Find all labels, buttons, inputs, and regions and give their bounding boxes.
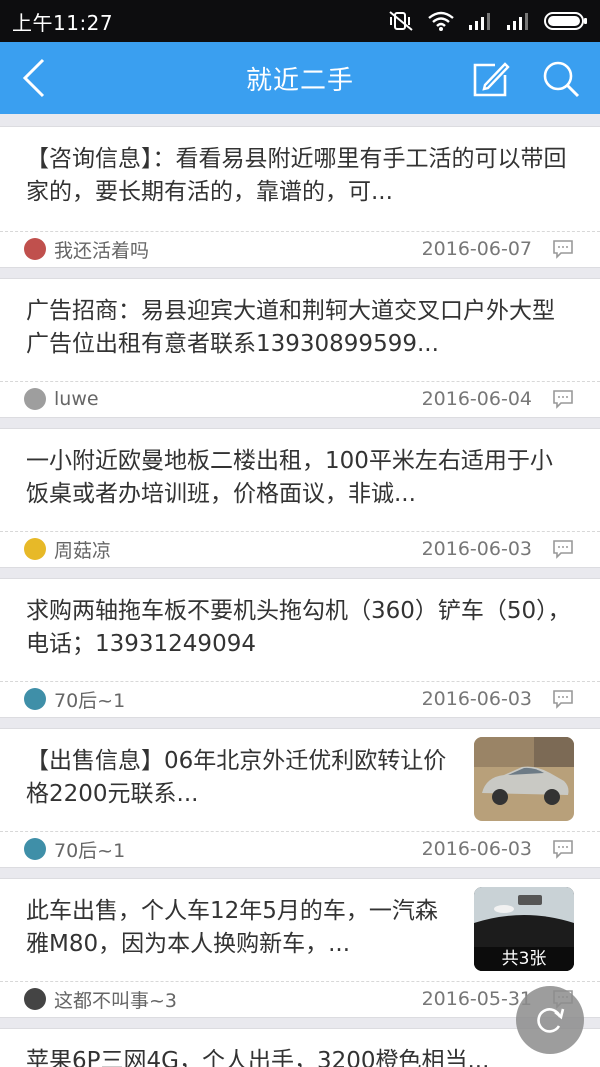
post-title: 苹果6P三网4G，个人出手，3200橙色相当...: [26, 1048, 490, 1067]
car-photo: [474, 737, 574, 821]
mute-vibrate-icon: [389, 11, 413, 31]
page-title: 就近二手: [245, 65, 354, 96]
status-bar: 上午11:27: [0, 0, 600, 42]
signal-icon: [469, 13, 490, 30]
divider: [0, 981, 600, 982]
list-item[interactable]: 【出售信息】06年北京外迁优利欧转让价格2200元联系... 70后~1 201…: [0, 728, 600, 868]
battery-icon: [544, 12, 587, 30]
refresh-icon: [537, 1008, 565, 1033]
compose-icon: [473, 62, 510, 97]
compose-button[interactable]: [468, 56, 514, 102]
list-item[interactable]: 苹果6P三网4G，个人出手，3200橙色相当...: [0, 1028, 600, 1067]
thumbnail[interactable]: [474, 737, 574, 821]
back-button[interactable]: [14, 54, 54, 102]
post-meta: luwe 2016-06-04: [24, 384, 574, 414]
avatar: [24, 988, 46, 1010]
list-item[interactable]: 【咨询信息】：看看易县附近哪里有手工活的可以带回家的，要长期有活的，靠谱的，可.…: [0, 126, 600, 268]
divider: [0, 831, 600, 832]
author-name: 70后~1: [54, 839, 126, 862]
post-title: 此车出售，个人车12年5月的车，一汽森雅M80，因为本人换购新车，...: [26, 898, 438, 957]
comment-icon: [553, 240, 573, 259]
status-icons: [388, 10, 588, 32]
post-date: 2016-06-04: [421, 388, 532, 410]
signal-icon: [507, 13, 528, 30]
divider: [0, 381, 600, 382]
list-item[interactable]: 一小附近欧曼地板二楼出租，100平米左右适用于小饭桌或者办培训班，价格面议，非诚…: [0, 428, 600, 568]
comment-icon: [553, 840, 573, 859]
author-name: 70后~1: [54, 689, 126, 712]
divider: [0, 681, 600, 682]
post-meta: 周菇凉 2016-06-03: [24, 534, 574, 564]
post-meta: 70后~1 2016-06-03: [24, 684, 574, 714]
post-title: 【出售信息】06年北京外迁优利欧转让价格2200元联系...: [26, 748, 447, 807]
list-item[interactable]: 广告招商：易县迎宾大道和荆轲大道交叉口户外大型广告位出租有意者联系1393089…: [0, 278, 600, 418]
avatar: [24, 688, 46, 710]
post-date: 2016-06-07: [421, 238, 532, 260]
photo-count-badge: 共3张: [474, 947, 574, 971]
post-date: 2016-06-03: [421, 538, 532, 560]
post-meta: 这都不叫事~3 2016-05-31: [24, 984, 574, 1014]
author-name: luwe: [54, 388, 99, 410]
search-icon: [543, 61, 580, 98]
post-meta: 70后~1 2016-06-03: [24, 834, 574, 864]
post-title: 求购两轴拖车板不要机头拖勾机（360）铲车（50），电话；13931249094: [26, 598, 571, 657]
avatar: [24, 388, 46, 410]
post-date: 2016-05-31: [421, 988, 532, 1010]
post-title: 广告招商：易县迎宾大道和荆轲大道交叉口户外大型广告位出租有意者联系1393089…: [26, 298, 555, 357]
divider: [0, 231, 600, 232]
avatar: [24, 538, 46, 560]
refresh-button[interactable]: [516, 986, 584, 1054]
comment-icon: [553, 540, 573, 559]
thumbnail[interactable]: 共3张: [474, 887, 574, 971]
avatar: [24, 238, 46, 260]
comment-icon: [553, 390, 573, 409]
comment-icon: [553, 690, 573, 709]
post-title: 一小附近欧曼地板二楼出租，100平米左右适用于小饭桌或者办培训班，价格面议，非诚…: [26, 448, 553, 507]
author-name: 周菇凉: [54, 539, 112, 562]
post-title: 【咨询信息】：看看易县附近哪里有手工活的可以带回家的，要长期有活的，靠谱的，可.…: [26, 146, 567, 205]
list-item[interactable]: 求购两轴拖车板不要机头拖勾机（360）铲车（50），电话；13931249094…: [0, 578, 600, 718]
list-item[interactable]: 此车出售，个人车12年5月的车，一汽森雅M80，因为本人换购新车，... 共3张…: [0, 878, 600, 1018]
author-name: 这都不叫事~3: [54, 989, 178, 1012]
post-date: 2016-06-03: [421, 838, 532, 860]
post-date: 2016-06-03: [421, 688, 532, 710]
nav-bar: 就近二手: [0, 42, 600, 114]
chevron-left-icon: [22, 58, 45, 98]
avatar: [24, 838, 46, 860]
wifi-icon: [428, 11, 454, 31]
status-time: 上午11:27: [12, 10, 114, 35]
divider: [0, 531, 600, 532]
post-meta: 我还活着吗 2016-06-07: [24, 234, 574, 264]
author-name: 我还活着吗: [54, 239, 150, 262]
search-button[interactable]: [538, 56, 584, 102]
